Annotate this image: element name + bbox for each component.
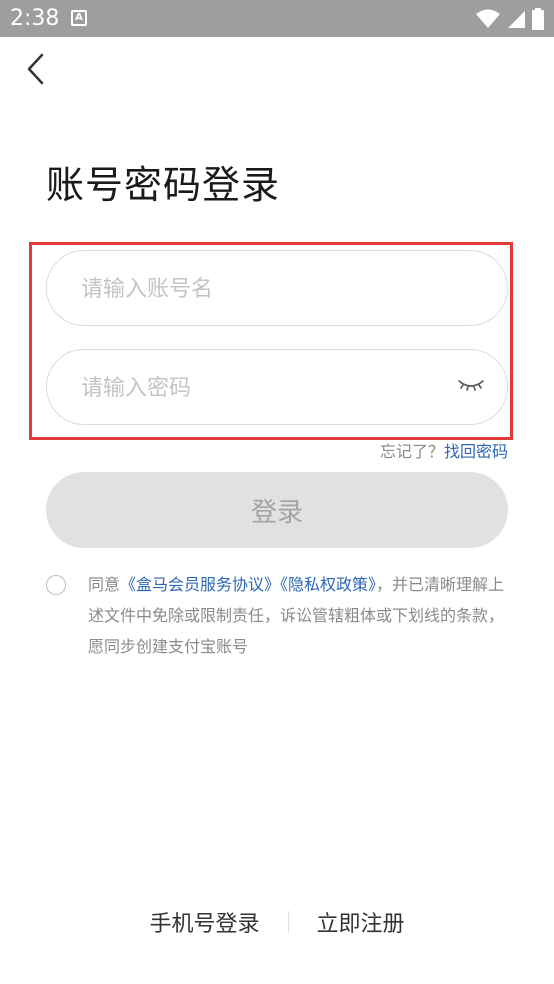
bottom-divider: [287, 911, 289, 933]
back-button[interactable]: [20, 50, 56, 90]
username-field[interactable]: [46, 250, 508, 327]
notification-icon: A: [71, 10, 87, 26]
phone-login-link[interactable]: 手机号登录: [149, 906, 259, 938]
login-button[interactable]: 登录: [46, 472, 508, 548]
battery-icon: [532, 8, 544, 30]
agreement-checkbox[interactable]: [46, 575, 66, 595]
bottom-bar: 手机号登录 立即注册: [0, 900, 554, 944]
forgot-password-row: 忘记了？找回密码: [380, 438, 508, 462]
privacy-policy-link[interactable]: 《隐私权政策》: [280, 575, 376, 594]
chevron-left-icon: [27, 53, 44, 85]
status-icons: [476, 8, 544, 30]
password-input[interactable]: [79, 350, 443, 426]
password-field[interactable]: [46, 349, 508, 426]
forgot-password-link[interactable]: 找回密码: [444, 442, 508, 461]
eye-closed-icon: [458, 380, 484, 391]
password-visibility-toggle[interactable]: [457, 374, 485, 396]
page-title: 账号密码登录: [46, 163, 281, 207]
forgot-text: 忘记了？: [379, 442, 444, 461]
status-bar: 2:38 A: [0, 0, 554, 37]
agreement-prefix: 同意: [88, 575, 121, 594]
register-link[interactable]: 立即注册: [317, 906, 405, 938]
username-input[interactable]: [79, 251, 443, 327]
status-time: 2:38: [10, 6, 60, 31]
agreement-text: 同意《盒马会员服务协议》《隐私权政策》，并已清晰理解上述文件中免除或限制责任，诉…: [88, 569, 508, 662]
wifi-icon: [476, 9, 500, 28]
member-agreement-link[interactable]: 《盒马会员服务协议》: [120, 575, 280, 594]
signal-icon: [508, 11, 525, 28]
